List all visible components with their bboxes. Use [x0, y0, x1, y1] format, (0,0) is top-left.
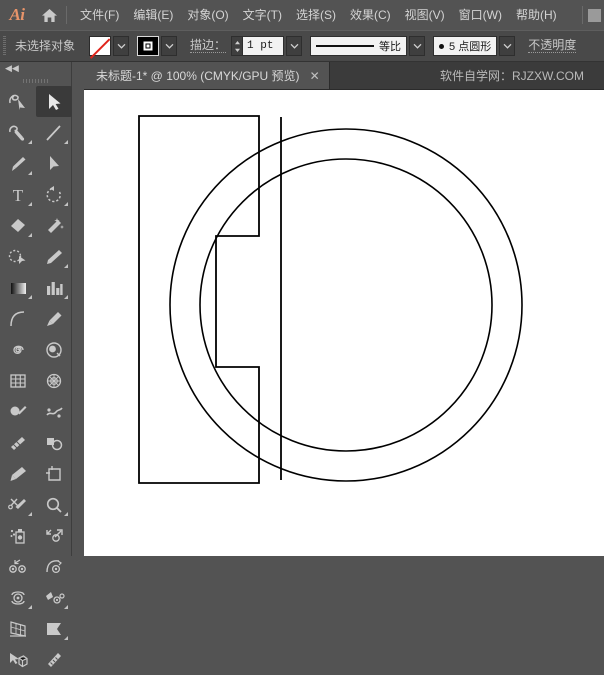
control-bar-grip[interactable] [0, 30, 9, 62]
tool-rotate-3d[interactable] [0, 582, 36, 613]
brush-definition-label: 5 点圆形 [449, 38, 491, 54]
tool-marker[interactable] [0, 458, 36, 489]
toolbar-collapse-icon[interactable]: ◀◀ [0, 62, 71, 75]
tool-width[interactable] [0, 427, 36, 458]
menu-item-window[interactable]: 窗口(W) [452, 5, 509, 25]
profile-line-icon [316, 45, 374, 47]
menu-bar: Ai 文件(F) 编辑(E) 对象(O) 文字(T) 选择(S) 效果(C) 视… [0, 0, 604, 30]
tool-scale[interactable] [36, 520, 72, 551]
tool-spiral[interactable] [0, 334, 36, 365]
tool-artboard[interactable] [36, 458, 72, 489]
tool-pencil[interactable] [36, 241, 72, 272]
watermark-text: 软件自学网：RJZXW.COM [440, 62, 604, 89]
illustrator-window: Ai 文件(F) 编辑(E) 对象(O) 文字(T) 选择(S) 效果(C) 视… [0, 0, 604, 556]
tool-symbol-sprayer[interactable] [36, 396, 72, 427]
tool-shape-builder[interactable] [0, 241, 36, 272]
tool-spray-can[interactable] [0, 520, 36, 551]
tool-shaper[interactable] [0, 86, 36, 117]
tool-measure[interactable] [36, 644, 72, 675]
fill-chevron-down-icon[interactable] [113, 36, 129, 56]
stroke-weight-chevron-down-icon[interactable] [286, 36, 302, 56]
tool-arc[interactable] [0, 303, 36, 334]
document-tab[interactable]: 未标题-1* @ 100% (CMYK/GPU 预览) ✕ [84, 62, 330, 89]
tool-shape[interactable] [36, 427, 72, 458]
tool-gradient[interactable] [0, 272, 36, 303]
stroke-swatch[interactable] [137, 36, 159, 56]
tool-line-segment[interactable] [36, 117, 72, 148]
tool-eyedropper[interactable] [36, 303, 72, 334]
menu-item-edit[interactable]: 编辑(E) [126, 5, 180, 25]
brush-chevron-down-icon[interactable] [499, 36, 515, 56]
tool-scissors[interactable] [0, 489, 36, 520]
tool-flag-shape[interactable] [36, 613, 72, 644]
stroke-weight-label: 描边： [190, 39, 226, 53]
window-restore-icon[interactable] [588, 9, 601, 22]
tool-live-paint-bucket[interactable] [0, 396, 36, 427]
tool-grid: T [0, 86, 71, 675]
menu-item-help[interactable]: 帮助(H) [509, 5, 564, 25]
tool-blob-brush[interactable] [36, 334, 72, 365]
window-divider [582, 6, 583, 24]
home-icon[interactable] [34, 0, 64, 30]
brush-dot-icon [439, 44, 444, 49]
menu-item-object[interactable]: 对象(O) [180, 5, 235, 25]
tool-paintbrush[interactable] [0, 148, 36, 179]
fill-swatch[interactable] [89, 36, 111, 56]
tool-direct-selection[interactable] [36, 148, 72, 179]
tool-perspective-grid[interactable] [0, 613, 36, 644]
notched-rectangle-path[interactable] [139, 116, 259, 483]
tool-magic-wand[interactable] [36, 210, 72, 241]
app-logo: Ai [0, 0, 34, 30]
brush-definition-dropdown[interactable]: 5 点圆形 [433, 36, 497, 56]
document-tab-title: 未标题-1* @ 100% (CMYK/GPU 预览) [96, 70, 300, 82]
window-controls [577, 0, 604, 30]
tool-pen[interactable] [0, 117, 36, 148]
opacity-label[interactable]: 不透明度 [528, 39, 576, 53]
close-icon[interactable]: ✕ [310, 70, 320, 82]
stroke-weight-input[interactable]: 1 pt [242, 36, 284, 56]
artwork-svg [84, 90, 604, 556]
tool-perspective-selection[interactable] [0, 644, 36, 675]
stroke-weight-stepper[interactable] [231, 36, 242, 56]
tool-selection[interactable] [36, 86, 72, 117]
menu-item-type[interactable]: 文字(T) [236, 5, 289, 25]
profile-chevron-down-icon[interactable] [409, 36, 425, 56]
tool-polar-grid[interactable] [36, 365, 72, 396]
tool-eraser[interactable] [0, 210, 36, 241]
stroke-profile-label: 等比 [379, 38, 401, 54]
tool-type[interactable]: T [0, 179, 36, 210]
document-tab-bar: 未标题-1* @ 100% (CMYK/GPU 预览) ✕ 软件自学网：RJZX… [84, 62, 604, 90]
tools-panel: ◀◀ T [0, 62, 72, 556]
menu-item-file[interactable]: 文件(F) [73, 5, 126, 25]
tool-free-transform[interactable] [36, 582, 72, 613]
menu-item-select[interactable]: 选择(S) [289, 5, 343, 25]
toolbar-grip[interactable] [0, 75, 71, 86]
svg-text:T: T [13, 186, 24, 205]
selection-status-label: 未选择对象 [9, 40, 81, 52]
inner-circle-path[interactable] [200, 159, 492, 451]
tool-zoom[interactable] [36, 489, 72, 520]
outer-circle-path[interactable] [170, 129, 522, 481]
tool-rectangular-grid[interactable] [0, 365, 36, 396]
tool-graph[interactable] [36, 272, 72, 303]
stroke-chevron-down-icon[interactable] [161, 36, 177, 56]
tool-rotate[interactable] [36, 179, 72, 210]
menu-item-view[interactable]: 视图(V) [398, 5, 452, 25]
menu-divider [66, 6, 67, 24]
menu-item-effect[interactable]: 效果(C) [343, 5, 398, 25]
control-bar: 未选择对象 描边： 1 pt 等比 [0, 30, 604, 62]
artboard-canvas[interactable] [84, 90, 604, 556]
stroke-profile-dropdown[interactable]: 等比 [310, 36, 407, 56]
